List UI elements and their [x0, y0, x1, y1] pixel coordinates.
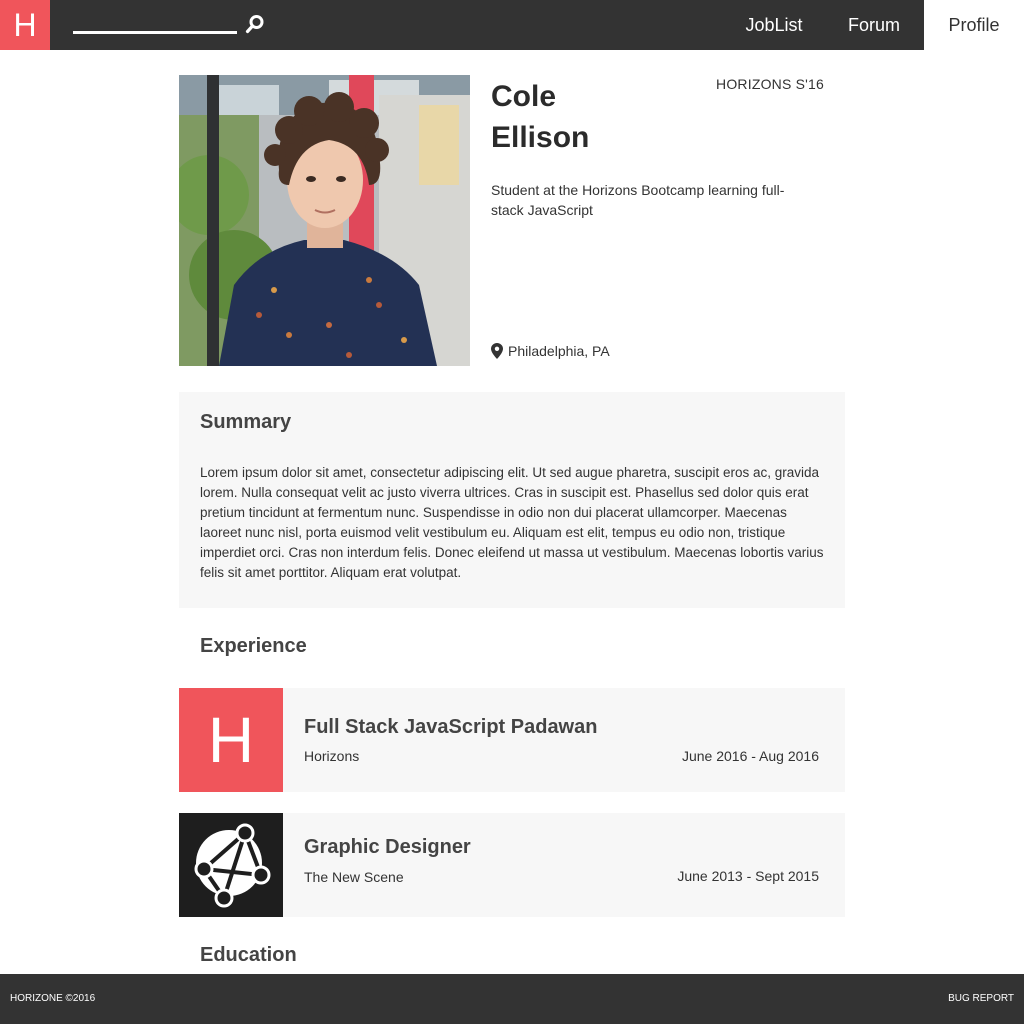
profile-location: Philadelphia, PA: [491, 343, 610, 359]
experience-company: The New Scene: [304, 869, 404, 885]
experience-role: Full Stack JavaScript Padawan: [304, 716, 598, 738]
experience-dates: June 2016 - Aug 2016: [681, 748, 819, 764]
last-name: Ellison: [491, 121, 590, 154]
experience-dates: June 2013 - Sept 2015: [677, 868, 819, 884]
footer-copyright: HORIZONE ©2016: [10, 993, 96, 1004]
search-icon[interactable]: [245, 14, 265, 34]
nav-profile[interactable]: Profile: [924, 0, 1024, 50]
profile-photo: [179, 75, 470, 366]
education-title: Education: [200, 944, 297, 966]
top-nav: H JobList Forum Profile: [0, 0, 1024, 50]
experience-role: Graphic Designer: [304, 836, 471, 858]
bug-report-link[interactable]: BUG REPORT: [948, 993, 1014, 1004]
summary-title: Summary: [200, 411, 292, 433]
profile-name: Cole Ellison: [491, 76, 691, 158]
first-name: Cole: [491, 80, 557, 113]
experience-item[interactable]: H Full Stack JavaScript Padawan Horizons…: [179, 688, 845, 792]
experience-company: Horizons: [304, 748, 360, 764]
location-text: Philadelphia, PA: [508, 343, 610, 359]
footer: HORIZONE ©2016 BUG REPORT: [0, 974, 1024, 1024]
nav-joblist[interactable]: JobList: [724, 0, 824, 50]
profile-tagline: Student at the Horizons Bootcamp learnin…: [491, 182, 785, 218]
summary-text: Lorem ipsum dolor sit amet, consectetur …: [200, 465, 824, 580]
horizons-logo: H: [179, 688, 283, 792]
map-pin-icon: [491, 343, 503, 359]
cohort-label: HORIZONS S'16: [716, 76, 824, 92]
home-logo[interactable]: H: [0, 0, 50, 50]
summary-section: Summary Lorem ipsum dolor sit amet, cons…: [179, 392, 845, 608]
experience-item[interactable]: Graphic Designer The New Scene June 2013…: [179, 813, 845, 917]
network-globe-icon: [179, 813, 283, 917]
nav-forum[interactable]: Forum: [824, 0, 924, 50]
experience-title: Experience: [200, 635, 307, 657]
search-input[interactable]: [73, 14, 237, 34]
